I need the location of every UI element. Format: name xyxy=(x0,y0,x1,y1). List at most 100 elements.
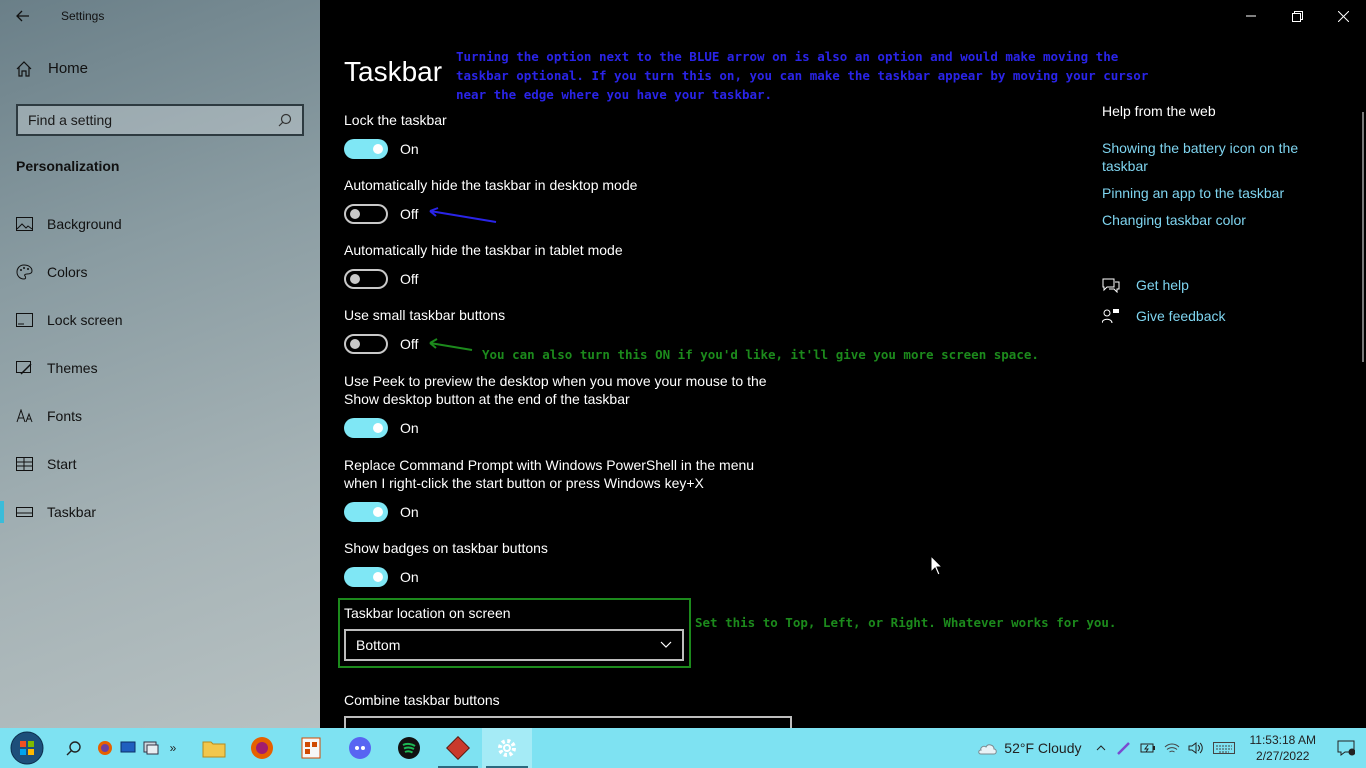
help-title: Help from the web xyxy=(1102,103,1216,119)
small-buttons-setting: Off xyxy=(344,333,418,355)
chevron-up-icon xyxy=(1096,745,1105,751)
tray-overflow-button[interactable] xyxy=(1090,728,1112,768)
home-icon xyxy=(16,60,32,77)
toggle-state: Off xyxy=(400,336,419,352)
sidebar-item-background[interactable]: Background xyxy=(0,200,320,248)
tray-battery-button[interactable] xyxy=(1136,728,1160,768)
get-help-link[interactable]: Get help xyxy=(1102,277,1189,293)
taskbar-settings-page: Taskbar Turning the option next to the B… xyxy=(320,0,1366,736)
red-diamond-app-icon xyxy=(446,736,470,760)
lock-taskbar-toggle[interactable] xyxy=(344,139,388,159)
quicklaunch-firefox[interactable] xyxy=(94,728,116,768)
toggle-state: On xyxy=(400,141,419,157)
autohide-tablet-label: Automatically hide the taskbar in tablet… xyxy=(344,242,623,258)
lock-taskbar-setting: On xyxy=(344,138,419,160)
sidebar-item-fonts[interactable]: Fonts xyxy=(0,392,320,440)
taskbar-game-app[interactable] xyxy=(434,728,482,768)
tray-volume-button[interactable] xyxy=(1184,728,1208,768)
lock-taskbar-label: Lock the taskbar xyxy=(344,112,447,128)
autohide-desktop-toggle[interactable] xyxy=(344,204,388,224)
section-title: Personalization xyxy=(16,158,120,174)
office-icon xyxy=(301,737,321,759)
toggle-state: Off xyxy=(400,206,419,222)
taskbar-search-button[interactable] xyxy=(54,728,94,768)
small-buttons-label: Use small taskbar buttons xyxy=(344,307,506,323)
autohide-desktop-label: Automatically hide the taskbar in deskto… xyxy=(344,177,638,193)
autohide-desktop-setting: Off xyxy=(344,203,418,225)
start-button[interactable] xyxy=(0,728,54,768)
battery-charging-icon xyxy=(1140,743,1155,753)
window-switcher-icon xyxy=(143,741,159,755)
firefox-icon xyxy=(251,737,273,759)
peek-label: Use Peek to preview the desktop when you… xyxy=(344,373,767,407)
title-bar: Settings xyxy=(0,0,320,32)
autohide-tablet-toggle[interactable] xyxy=(344,269,388,289)
weather-widget[interactable]: 52°F Cloudy xyxy=(968,728,1089,768)
search-icon xyxy=(66,741,81,756)
minimize-button[interactable] xyxy=(1228,0,1274,32)
green-annotation-location: Set this to Top, Left, or Right. Whateve… xyxy=(695,615,1117,630)
get-help-label: Get help xyxy=(1136,277,1189,293)
scrollbar[interactable] xyxy=(1362,112,1364,362)
clock[interactable]: 11:53:18 AM 2/27/2022 xyxy=(1250,732,1317,764)
toolbar-expand-button[interactable]: » xyxy=(162,728,184,768)
sidebar-item-label: Fonts xyxy=(47,408,83,424)
tray-network-button[interactable] xyxy=(1160,728,1184,768)
app-title: Settings xyxy=(61,9,105,23)
weather-text: 52°F Cloudy xyxy=(1004,740,1082,756)
autohide-tablet-setting: Off xyxy=(344,268,418,290)
tray-pen-button[interactable] xyxy=(1112,728,1136,768)
home-label: Home xyxy=(48,60,89,77)
search-input[interactable]: Find a setting xyxy=(16,104,304,136)
gear-icon xyxy=(498,739,516,757)
help-link-color[interactable]: Changing taskbar color xyxy=(1102,211,1322,229)
firefox-icon xyxy=(98,741,112,755)
window-controls xyxy=(1228,0,1366,32)
page-title: Taskbar xyxy=(344,56,443,87)
back-button[interactable] xyxy=(0,0,46,32)
badges-toggle[interactable] xyxy=(344,567,388,587)
taskbar-spotify[interactable] xyxy=(384,728,434,768)
peek-toggle[interactable] xyxy=(344,418,388,438)
taskbar-discord[interactable] xyxy=(336,728,384,768)
location-value: Bottom xyxy=(356,637,401,653)
lock-screen-icon xyxy=(16,313,33,327)
close-button[interactable] xyxy=(1320,0,1366,32)
give-feedback-link[interactable]: Give feedback xyxy=(1102,308,1226,324)
spotify-icon xyxy=(398,737,420,759)
sidebar-item-taskbar[interactable]: Taskbar xyxy=(0,488,320,536)
sidebar-item-colors[interactable]: Colors xyxy=(0,248,320,296)
sidebar-item-lock-screen[interactable]: Lock screen xyxy=(0,296,320,344)
taskbar-firefox[interactable] xyxy=(238,728,286,768)
give-feedback-label: Give feedback xyxy=(1136,308,1226,324)
location-dropdown[interactable]: Bottom xyxy=(344,629,684,661)
pen-icon xyxy=(1116,742,1130,755)
taskbar-settings[interactable] xyxy=(482,728,532,768)
quicklaunch-window-switcher[interactable] xyxy=(140,728,162,768)
palette-icon xyxy=(16,264,33,280)
small-buttons-toggle[interactable] xyxy=(344,334,388,354)
close-icon xyxy=(1337,10,1349,22)
back-arrow-icon xyxy=(16,10,29,22)
quicklaunch-desktop[interactable] xyxy=(116,728,140,768)
combine-label: Combine taskbar buttons xyxy=(344,692,500,708)
home-nav-item[interactable]: Home xyxy=(16,60,88,77)
cloud-icon xyxy=(978,744,998,755)
tray-keyboard-button[interactable] xyxy=(1208,728,1240,768)
powershell-toggle[interactable] xyxy=(344,502,388,522)
sidebar-item-label: Background xyxy=(47,216,122,232)
help-link-pinning[interactable]: Pinning an app to the taskbar xyxy=(1102,184,1322,202)
sidebar-item-start[interactable]: Start xyxy=(0,440,320,488)
help-link-battery[interactable]: Showing the battery icon on the taskbar xyxy=(1102,139,1322,175)
search-icon xyxy=(278,113,292,127)
mouse-cursor-icon xyxy=(930,555,944,576)
chat-help-icon xyxy=(1102,278,1120,293)
sidebar-item-themes[interactable]: Themes xyxy=(0,344,320,392)
sidebar-nav: Background Colors Lock screen Themes Fon… xyxy=(0,200,320,536)
restore-button[interactable] xyxy=(1274,0,1320,32)
action-center-button[interactable] xyxy=(1326,728,1366,768)
taskbar-office[interactable] xyxy=(286,728,336,768)
sidebar-item-label: Taskbar xyxy=(47,504,97,520)
taskbar-file-explorer[interactable] xyxy=(190,728,238,768)
toggle-state: Off xyxy=(400,271,419,287)
